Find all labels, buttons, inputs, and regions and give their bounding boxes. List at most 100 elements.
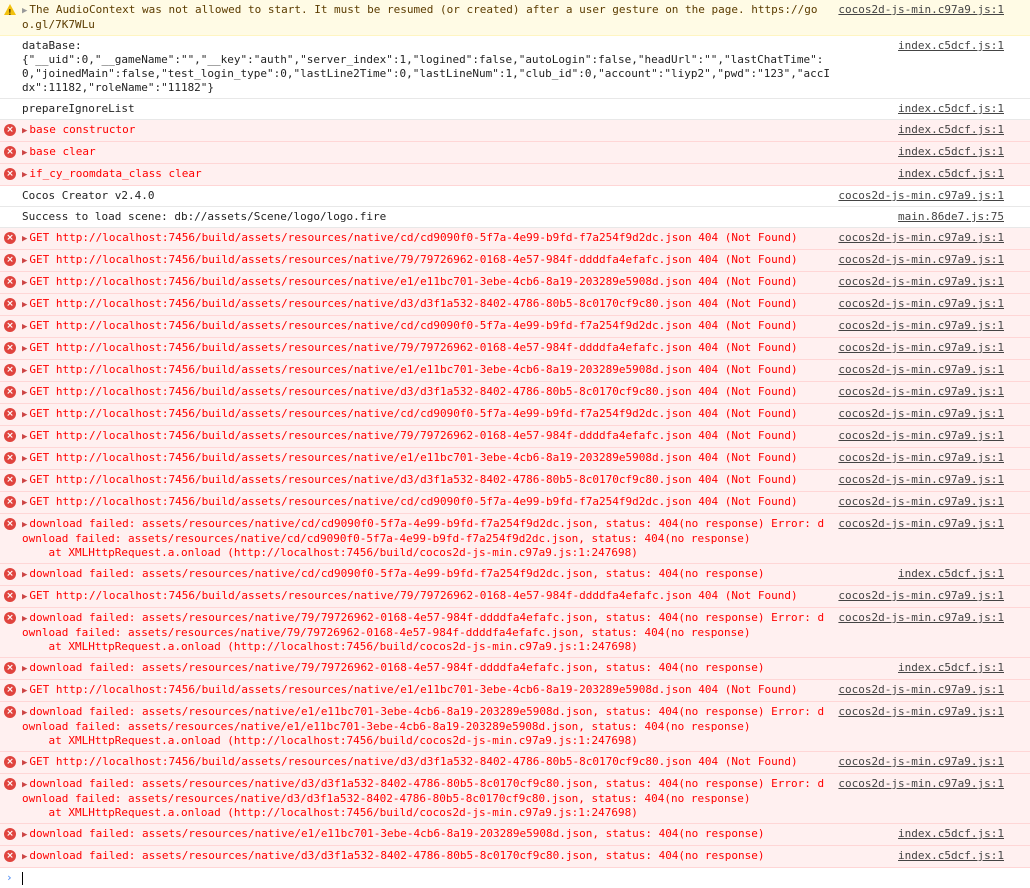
expand-triangle-icon[interactable]: ▶ [22, 278, 27, 288]
source-link[interactable]: index.c5dcf.js:1 [898, 123, 1004, 137]
expand-triangle-icon[interactable]: ▶ [22, 6, 27, 16]
source-link[interactable]: cocos2d-js-min.c97a9.js:1 [838, 231, 1004, 245]
expand-triangle-icon[interactable]: ▶ [22, 614, 27, 624]
error-icon: × [4, 124, 16, 136]
source-link[interactable]: cocos2d-js-min.c97a9.js:1 [838, 3, 1004, 17]
console-message-error[interactable]: × ▶ GET http://localhost:7456/build/assets… [0, 470, 1030, 492]
expand-triangle-icon[interactable]: ▶ [22, 432, 27, 442]
expand-triangle-icon[interactable]: ▶ [22, 126, 27, 136]
console-message-error[interactable]: × ▶ GET http://localhost:7456/build/assets… [0, 492, 1030, 514]
console-message-error[interactable]: × ▶ GET http://localhost:7456/build/assets… [0, 338, 1030, 360]
message-body: GET http://localhost:7456/build/assets/r… [29, 319, 798, 332]
expand-triangle-icon[interactable]: ▶ [22, 410, 27, 420]
console-message-text: ▶ GET http://localhost:7456/build/assets/… [22, 407, 830, 422]
source-link[interactable]: cocos2d-js-min.c97a9.js:1 [838, 755, 1004, 769]
source-link[interactable]: index.c5dcf.js:1 [898, 567, 1004, 581]
source-link[interactable]: cocos2d-js-min.c97a9.js:1 [838, 451, 1004, 465]
console-message-error[interactable]: × ▶ download failed: assets/resources/nati… [0, 564, 1030, 586]
console-panel: ! ▶ The AudioContext was not allowed to st… [0, 0, 1030, 868]
source-link[interactable]: cocos2d-js-min.c97a9.js:1 [838, 683, 1004, 697]
console-message-error[interactable]: × ▶ GET http://localhost:7456/build/assets… [0, 382, 1030, 404]
source-link[interactable]: cocos2d-js-min.c97a9.js:1 [838, 407, 1004, 421]
source-link[interactable]: index.c5dcf.js:1 [898, 661, 1004, 675]
console-message-error[interactable]: × ▶ GET http://localhost:7456/build/assets… [0, 680, 1030, 702]
console-message-error[interactable]: × ▶ download failed: assets/resources/nati… [0, 824, 1030, 846]
console-message-error[interactable]: × ▶ base clear index.c5dcf.js:1 [0, 142, 1030, 164]
error-icon-glyph: × [4, 850, 16, 862]
expand-triangle-icon[interactable]: ▶ [22, 344, 27, 354]
source-link[interactable]: cocos2d-js-min.c97a9.js:1 [838, 385, 1004, 399]
expand-triangle-icon[interactable]: ▶ [22, 234, 27, 244]
expand-triangle-icon[interactable]: ▶ [22, 256, 27, 266]
source-link[interactable]: cocos2d-js-min.c97a9.js:1 [838, 319, 1004, 333]
console-message-error[interactable]: × ▶ GET http://localhost:7456/build/assets… [0, 294, 1030, 316]
console-message-error[interactable]: × ▶ GET http://localhost:7456/build/assets… [0, 250, 1030, 272]
source-link[interactable]: cocos2d-js-min.c97a9.js:1 [838, 517, 1004, 531]
source-link[interactable]: cocos2d-js-min.c97a9.js:1 [838, 495, 1004, 509]
source-link[interactable]: cocos2d-js-min.c97a9.js:1 [838, 189, 1004, 203]
source-link[interactable]: index.c5dcf.js:1 [898, 849, 1004, 863]
expand-triangle-icon[interactable]: ▶ [22, 708, 27, 718]
error-icon-glyph: × [4, 298, 16, 310]
console-message-error[interactable]: × ▶ download failed: assets/resources/nati… [0, 514, 1030, 564]
expand-triangle-icon[interactable]: ▶ [22, 498, 27, 508]
expand-triangle-icon[interactable]: ▶ [22, 366, 27, 376]
console-message-text: ▶ download failed: assets/resources/nativ… [22, 849, 830, 864]
expand-triangle-icon[interactable]: ▶ [22, 476, 27, 486]
source-link[interactable]: cocos2d-js-min.c97a9.js:1 [838, 705, 1004, 719]
expand-triangle-icon[interactable]: ▶ [22, 780, 27, 790]
source-link[interactable]: cocos2d-js-min.c97a9.js:1 [838, 611, 1004, 625]
console-message-error[interactable]: × ▶ GET http://localhost:7456/build/assets… [0, 316, 1030, 338]
console-message-error[interactable]: × ▶ download failed: assets/resources/nati… [0, 608, 1030, 658]
expand-triangle-icon[interactable]: ▶ [22, 686, 27, 696]
source-link[interactable]: cocos2d-js-min.c97a9.js:1 [838, 473, 1004, 487]
expand-triangle-icon[interactable]: ▶ [22, 148, 27, 158]
source-link[interactable]: index.c5dcf.js:1 [898, 167, 1004, 181]
expand-triangle-icon[interactable]: ▶ [22, 830, 27, 840]
console-message-error[interactable]: × ▶ GET http://localhost:7456/build/assets… [0, 272, 1030, 294]
console-message-error[interactable]: × ▶ GET http://localhost:7456/build/assets… [0, 404, 1030, 426]
expand-triangle-icon[interactable]: ▶ [22, 520, 27, 530]
console-message-error[interactable]: × ▶ download failed: assets/resources/nati… [0, 658, 1030, 680]
source-link[interactable]: cocos2d-js-min.c97a9.js:1 [838, 341, 1004, 355]
console-message-error[interactable]: × ▶ download failed: assets/resources/nati… [0, 702, 1030, 752]
console-message-error[interactable]: × ▶ download failed: assets/resources/nati… [0, 774, 1030, 824]
console-message-error[interactable]: × ▶ GET http://localhost:7456/build/assets… [0, 752, 1030, 774]
expand-triangle-icon[interactable]: ▶ [22, 852, 27, 862]
expand-triangle-icon[interactable]: ▶ [22, 592, 27, 602]
source-link[interactable]: cocos2d-js-min.c97a9.js:1 [838, 275, 1004, 289]
expand-triangle-icon[interactable]: ▶ [22, 454, 27, 464]
source-link[interactable]: cocos2d-js-min.c97a9.js:1 [838, 363, 1004, 377]
error-icon-glyph: × [4, 320, 16, 332]
console-message-error[interactable]: × ▶ if_cy_roomdata_class clear index.c5dcf.… [0, 164, 1030, 186]
source-link[interactable]: index.c5dcf.js:1 [898, 39, 1004, 53]
expand-triangle-icon[interactable]: ▶ [22, 570, 27, 580]
source-link[interactable]: cocos2d-js-min.c97a9.js:1 [838, 429, 1004, 443]
console-prompt[interactable]: › [0, 868, 1030, 888]
console-message-error[interactable]: × ▶ base constructor index.c5dcf.js:1 [0, 120, 1030, 142]
console-message-error[interactable]: × ▶ GET http://localhost:7456/build/assets… [0, 448, 1030, 470]
console-message-error[interactable]: × ▶ download failed: assets/resources/nati… [0, 846, 1030, 868]
message-body: GET http://localhost:7456/build/assets/r… [29, 589, 798, 602]
expand-triangle-icon[interactable]: ▶ [22, 664, 27, 674]
source-link[interactable]: main.86de7.js:75 [898, 210, 1004, 224]
console-message-error[interactable]: × ▶ GET http://localhost:7456/build/assets… [0, 360, 1030, 382]
message-body: GET http://localhost:7456/build/assets/r… [29, 407, 798, 420]
console-message-error[interactable]: × ▶ GET http://localhost:7456/build/assets… [0, 586, 1030, 608]
source-link[interactable]: cocos2d-js-min.c97a9.js:1 [838, 297, 1004, 311]
console-message-error[interactable]: × ▶ GET http://localhost:7456/build/assets… [0, 228, 1030, 250]
source-link[interactable]: index.c5dcf.js:1 [898, 102, 1004, 116]
expand-triangle-icon[interactable]: ▶ [22, 300, 27, 310]
source-link[interactable]: cocos2d-js-min.c97a9.js:1 [838, 253, 1004, 267]
message-body: GET http://localhost:7456/build/assets/r… [29, 297, 798, 310]
source-link[interactable]: index.c5dcf.js:1 [898, 145, 1004, 159]
expand-triangle-icon[interactable]: ▶ [22, 758, 27, 768]
console-message-error[interactable]: × ▶ GET http://localhost:7456/build/assets… [0, 426, 1030, 448]
expand-triangle-icon[interactable]: ▶ [22, 170, 27, 180]
source-link[interactable]: cocos2d-js-min.c97a9.js:1 [838, 777, 1004, 791]
expand-triangle-icon[interactable]: ▶ [22, 388, 27, 398]
expand-triangle-icon[interactable]: ▶ [22, 322, 27, 332]
source-link[interactable]: index.c5dcf.js:1 [898, 827, 1004, 841]
console-message-warn[interactable]: ! ▶ The AudioContext was not allowed to st… [0, 0, 1030, 36]
source-link[interactable]: cocos2d-js-min.c97a9.js:1 [838, 589, 1004, 603]
